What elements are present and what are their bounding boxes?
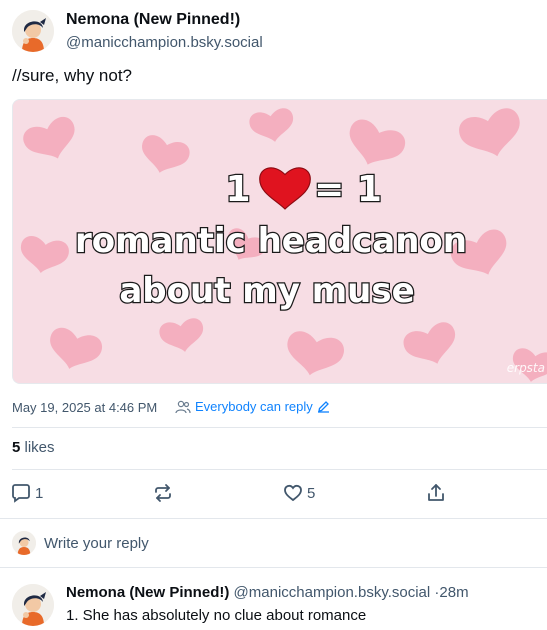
likes-label: likes <box>24 439 55 456</box>
author-handle[interactable]: @manicchampion.bsky.social <box>66 34 263 51</box>
share-button[interactable] <box>425 482 447 504</box>
author-name[interactable]: Nemona (New Pinned!) <box>66 11 240 29</box>
reply-author-handle[interactable]: @manicchampion.bsky.social <box>234 584 431 601</box>
reply-author-avatar[interactable] <box>12 584 54 626</box>
reply-header: Nemona (New Pinned!) @manicchampion.bsky… <box>66 584 469 601</box>
divider <box>0 567 547 568</box>
share-icon <box>428 484 444 501</box>
post-image[interactable]: 1 = 1 romantic headcanon about my muse e… <box>12 99 547 384</box>
likes-summary[interactable]: 5 likes <box>12 439 55 456</box>
author-avatar[interactable] <box>12 10 54 52</box>
my-avatar <box>12 531 36 555</box>
reply-time[interactable]: 28m <box>439 584 468 601</box>
repost-button[interactable] <box>152 482 174 504</box>
repost-icon <box>155 484 171 502</box>
like-count: 5 <box>307 484 316 502</box>
image-line3: about my muse <box>119 271 414 311</box>
reply-setting-label[interactable]: Everybody can reply <box>195 399 313 414</box>
reply-icon <box>12 484 30 503</box>
image-line1-right: = 1 <box>314 169 382 210</box>
post-timestamp[interactable]: May 19, 2025 at 4:46 PM <box>12 400 157 415</box>
reply-text: 1. She has absolutely no clue about roma… <box>66 607 367 624</box>
reply-setting[interactable]: Everybody can reply <box>175 399 330 414</box>
divider <box>12 427 547 428</box>
image-watermark: erpsta <box>507 361 545 375</box>
post-text: //sure, why not? <box>12 66 133 85</box>
divider <box>0 518 547 519</box>
reply-author-name[interactable]: Nemona (New Pinned!) <box>66 584 229 601</box>
like-button[interactable]: 5 <box>282 482 315 504</box>
write-reply-input[interactable]: Write your reply <box>44 535 149 552</box>
likes-count: 5 <box>12 439 21 456</box>
image-line2: romantic headcanon <box>75 221 467 261</box>
reply-button[interactable]: 1 <box>10 482 43 504</box>
heart-icon <box>284 484 302 502</box>
people-icon <box>175 400 191 413</box>
pencil-icon[interactable] <box>317 400 330 413</box>
divider <box>12 469 547 470</box>
reply-count: 1 <box>35 484 44 502</box>
image-line1-left: 1 <box>225 169 250 210</box>
